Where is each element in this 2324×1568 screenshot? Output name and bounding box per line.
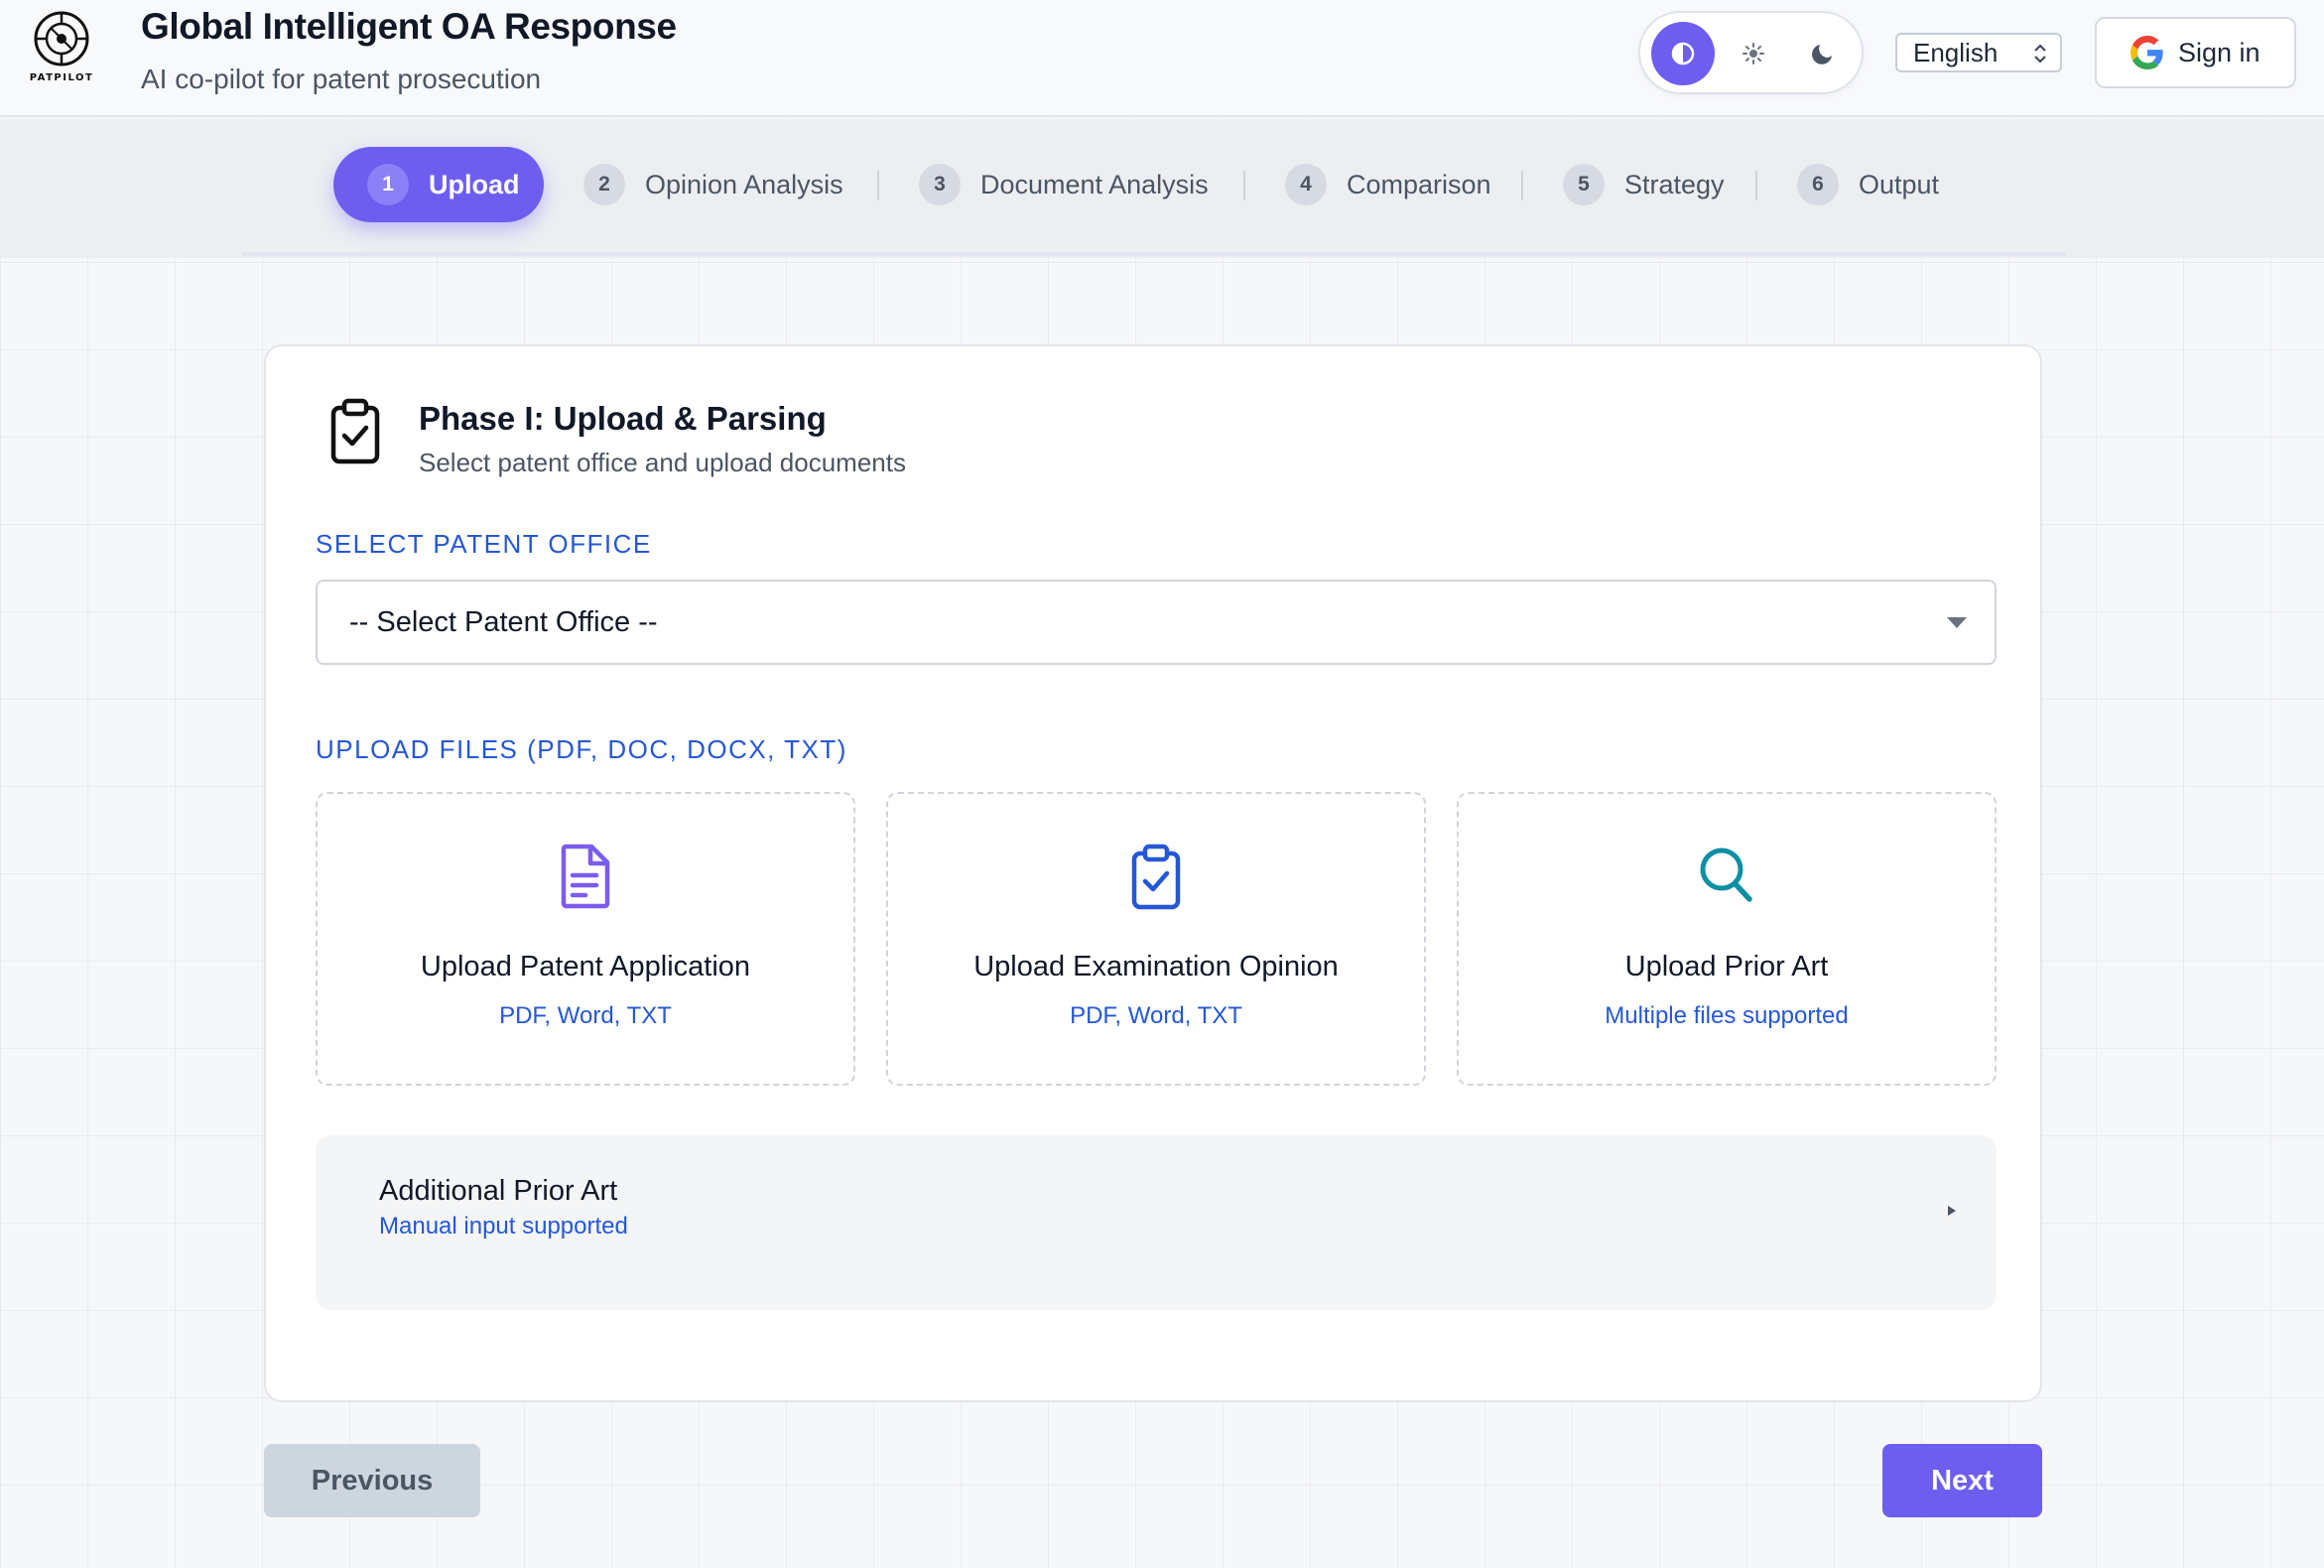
language-value: English bbox=[1913, 37, 1999, 67]
sun-icon bbox=[1743, 43, 1764, 65]
patent-office-select[interactable]: -- Select Patent Office -- bbox=[316, 580, 1997, 665]
step-number: 2 bbox=[583, 164, 625, 205]
step-label: Upload bbox=[429, 169, 520, 199]
phase-card: Phase I: Upload & Parsing Select patent … bbox=[264, 344, 2042, 1402]
phase-title: Phase I: Upload & Parsing bbox=[419, 400, 827, 437]
step-divider bbox=[1755, 171, 1757, 200]
upload-hint: PDF, Word, TXT bbox=[499, 1002, 672, 1029]
stepper-progress-track bbox=[242, 252, 2066, 256]
upload-title: Upload Prior Art bbox=[1624, 951, 1829, 982]
theme-auto-button[interactable] bbox=[1651, 22, 1715, 85]
theme-toggle bbox=[1638, 11, 1864, 94]
step-divider bbox=[877, 171, 879, 200]
clipboard-check-icon bbox=[329, 398, 381, 470]
moon-icon bbox=[1812, 45, 1832, 65]
step-document-analysis[interactable]: 3 Document Analysis bbox=[919, 147, 1209, 222]
step-label: Document Analysis bbox=[980, 169, 1209, 199]
phase-subtitle: Select patent office and upload document… bbox=[419, 448, 906, 477]
step-number: 3 bbox=[919, 164, 961, 205]
theme-light-button[interactable] bbox=[1722, 22, 1785, 85]
previous-button[interactable]: Previous bbox=[264, 1444, 480, 1517]
step-label: Comparison bbox=[1347, 169, 1491, 199]
upload-title: Upload Examination Opinion bbox=[973, 951, 1339, 982]
additional-prior-art-section[interactable]: Additional Prior Art Manual input suppor… bbox=[316, 1135, 1997, 1310]
step-output[interactable]: 6 Output bbox=[1797, 147, 1939, 222]
upload-hint: Multiple files supported bbox=[1605, 1002, 1849, 1029]
step-label: Output bbox=[1859, 169, 1940, 199]
language-select[interactable]: English bbox=[1895, 33, 2062, 72]
app-title: Global Intelligent OA Response bbox=[141, 6, 677, 47]
updown-chevron-icon bbox=[2034, 44, 2046, 64]
upload-patent-application-dropzone[interactable]: Upload Patent Application PDF, Word, TXT bbox=[316, 792, 855, 1086]
upload-title: Upload Patent Application bbox=[420, 951, 751, 982]
contrast-icon bbox=[1671, 42, 1695, 65]
step-number: 5 bbox=[1563, 164, 1605, 205]
caret-right-icon bbox=[1948, 1206, 1956, 1216]
compass-logo-icon bbox=[34, 11, 89, 66]
step-label: Opinion Analysis bbox=[645, 169, 843, 199]
step-number: 6 bbox=[1797, 164, 1839, 205]
google-icon bbox=[2130, 36, 2163, 69]
step-opinion-analysis[interactable]: 2 Opinion Analysis bbox=[583, 147, 843, 222]
next-button[interactable]: Next bbox=[1882, 1444, 2042, 1517]
additional-prior-art-title: Additional Prior Art bbox=[379, 1175, 618, 1207]
upload-hint: PDF, Word, TXT bbox=[1070, 1002, 1242, 1029]
step-strategy[interactable]: 5 Strategy bbox=[1563, 147, 1725, 222]
theme-dark-button[interactable] bbox=[1791, 22, 1855, 85]
patent-office-value: -- Select Patent Office -- bbox=[349, 605, 658, 638]
app-subtitle: AI co-pilot for patent prosecution bbox=[141, 64, 542, 94]
document-icon bbox=[318, 844, 853, 909]
step-number: 4 bbox=[1285, 164, 1327, 205]
upload-examination-opinion-dropzone[interactable]: Upload Examination Opinion PDF, Word, TX… bbox=[886, 792, 1426, 1086]
step-label: Strategy bbox=[1624, 169, 1725, 199]
search-icon bbox=[1459, 844, 1995, 905]
step-upload[interactable]: 1 Upload bbox=[333, 147, 544, 222]
signin-label: Sign in bbox=[2178, 37, 2260, 67]
upload-section-label: UPLOAD FILES (PDF, DOC, DOCX, TXT) bbox=[316, 734, 847, 764]
upload-prior-art-dropzone[interactable]: Upload Prior Art Multiple files supporte… bbox=[1457, 792, 1997, 1086]
caret-down-icon bbox=[1947, 617, 1967, 628]
app-header: PATPILOT Global Intelligent OA Response … bbox=[0, 0, 2324, 117]
logo-text: PATPILOT bbox=[29, 72, 94, 83]
patpilot-logo[interactable]: PATPILOT bbox=[28, 8, 95, 91]
step-comparison[interactable]: 4 Comparison bbox=[1285, 147, 1491, 222]
step-divider bbox=[1521, 171, 1523, 200]
google-signin-button[interactable]: Sign in bbox=[2095, 17, 2296, 88]
step-number: 1 bbox=[367, 164, 409, 205]
additional-prior-art-hint: Manual input supported bbox=[379, 1213, 628, 1240]
clipboard-check-icon bbox=[888, 844, 1424, 911]
step-divider bbox=[1243, 171, 1245, 200]
office-section-label: SELECT PATENT OFFICE bbox=[316, 529, 652, 559]
